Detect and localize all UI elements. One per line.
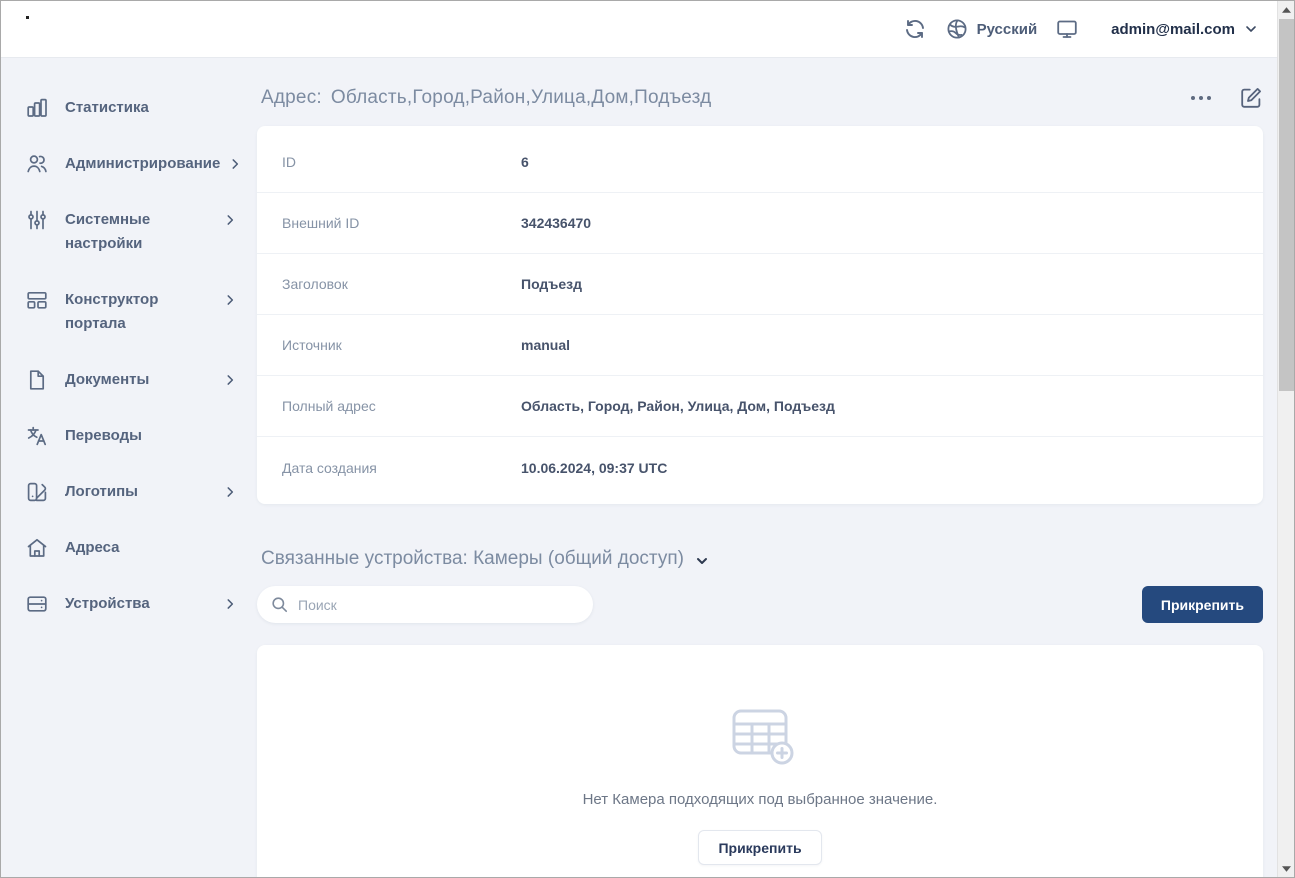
detail-row-id: ID 6 xyxy=(257,132,1263,193)
main-content: Адрес: Область,Город,Район,Улица,Дом,Подъ… xyxy=(257,58,1279,878)
chevron-right-icon xyxy=(223,597,237,611)
layout-icon xyxy=(25,288,49,312)
chevron-right-icon xyxy=(228,157,242,171)
sidebar-item-label: Администрирование xyxy=(65,152,228,176)
chevron-right-icon xyxy=(223,293,237,307)
scroll-up-icon[interactable] xyxy=(1278,1,1295,18)
sidebar-item-administration[interactable]: Администрирование xyxy=(1,136,257,192)
detail-row-created-date: Дата создания 10.06.2024, 09:37 UTC xyxy=(257,437,1263,498)
detail-value: 10.06.2024, 09:37 UTC xyxy=(521,460,667,476)
empty-attach-button[interactable]: Прикрепить xyxy=(698,830,821,865)
detail-row-source: Источник manual xyxy=(257,315,1263,376)
sidebar-item-label: Логотипы xyxy=(65,480,223,504)
monitor-icon[interactable] xyxy=(1055,17,1079,41)
page-title: Адрес: Область,Город,Район,Улица,Дом,Подъ… xyxy=(261,87,711,109)
sidebar-item-label: Устройства xyxy=(65,592,223,616)
page-title-label: Адрес: xyxy=(261,87,322,108)
detail-value: manual xyxy=(521,337,570,353)
sidebar-item-portal-builder[interactable]: Конструктор портала xyxy=(1,272,257,352)
vertical-scrollbar[interactable] xyxy=(1277,1,1294,877)
chevron-right-icon xyxy=(223,373,237,387)
detail-value: 6 xyxy=(521,154,529,170)
search-input[interactable] xyxy=(257,586,593,623)
detail-value: 342436470 xyxy=(521,215,591,231)
refresh-icon[interactable] xyxy=(903,17,927,41)
translate-icon xyxy=(25,424,49,448)
more-icon[interactable] xyxy=(1189,90,1213,106)
table-add-icon xyxy=(730,707,800,769)
sidebar-item-devices[interactable]: Устройства xyxy=(1,576,257,632)
chevron-right-icon xyxy=(223,485,237,499)
related-devices-empty-card: Нет Камера подходящих под выбранное знач… xyxy=(257,645,1263,878)
sidebar-item-statistics[interactable]: Статистика xyxy=(1,80,257,136)
app-window: Русский admin@mail.com xyxy=(0,0,1295,878)
devices-icon xyxy=(25,592,49,616)
detail-label: Заголовок xyxy=(282,276,521,292)
sidebar-item-logos[interactable]: Логотипы xyxy=(1,464,257,520)
sidebar-item-label: Переводы xyxy=(65,424,237,448)
account-menu[interactable]: admin@mail.com xyxy=(1111,21,1259,38)
scrollbar-thumb[interactable] xyxy=(1279,19,1294,391)
related-devices-title: Связанные устройства: Камеры (общий дост… xyxy=(261,548,684,570)
detail-label: Источник xyxy=(282,337,521,353)
language-label: Русский xyxy=(977,21,1038,38)
sidebar-item-translations[interactable]: Переводы xyxy=(1,408,257,464)
page-title-value: Область,Город,Район,Улица,Дом,Подъезд xyxy=(331,87,712,108)
sidebar-nav: Статистика Администрирование xyxy=(1,58,257,878)
sidebar-item-addresses[interactable]: Адреса xyxy=(1,520,257,576)
sidebar-item-label: Статистика xyxy=(65,96,237,120)
logos-icon xyxy=(25,480,49,504)
chevron-right-icon xyxy=(223,213,237,227)
attach-button[interactable]: Прикрепить xyxy=(1142,586,1263,623)
detail-row-full-address: Полный адрес Область, Город, Район, Улиц… xyxy=(257,376,1263,437)
search-box xyxy=(257,586,593,623)
detail-label: Дата создания xyxy=(282,460,521,476)
home-icon xyxy=(25,536,49,560)
language-switcher[interactable]: Русский xyxy=(945,17,1038,41)
related-devices-toolbar: Прикрепить xyxy=(257,586,1263,623)
top-header: Русский admin@mail.com xyxy=(1,1,1279,58)
sidebar-item-label: Системные настройки xyxy=(65,208,223,256)
search-icon xyxy=(270,595,289,614)
logo-placeholder xyxy=(26,16,29,19)
detail-row-title: Заголовок Подъезд xyxy=(257,254,1263,315)
empty-state-message: Нет Камера подходящих под выбранное знач… xyxy=(583,791,938,808)
edit-icon[interactable] xyxy=(1239,86,1263,110)
sliders-icon xyxy=(25,208,49,232)
sidebar-item-label: Адреса xyxy=(65,536,237,560)
page-actions xyxy=(1189,86,1263,110)
scroll-down-icon[interactable] xyxy=(1278,860,1295,877)
page-header: Адрес: Область,Город,Район,Улица,Дом,Подъ… xyxy=(261,80,1263,116)
account-email: admin@mail.com xyxy=(1111,21,1235,38)
users-icon xyxy=(25,152,49,176)
address-details-card: ID 6 Внешний ID 342436470 Заголовок Подъ… xyxy=(257,126,1263,504)
bar-chart-icon xyxy=(25,96,49,120)
chevron-down-icon xyxy=(1243,21,1259,37)
sidebar-item-documents[interactable]: Документы xyxy=(1,352,257,408)
sidebar-item-label: Документы xyxy=(65,368,223,392)
detail-row-external-id: Внешний ID 342436470 xyxy=(257,193,1263,254)
detail-value: Область, Город, Район, Улица, Дом, Подъе… xyxy=(521,398,835,414)
document-icon xyxy=(25,368,49,392)
sidebar-item-system-settings[interactable]: Системные настройки xyxy=(1,192,257,272)
globe-icon xyxy=(945,17,969,41)
sidebar-item-label: Конструктор портала xyxy=(65,288,223,336)
related-devices-header[interactable]: Связанные устройства: Камеры (общий дост… xyxy=(261,548,1263,570)
detail-label: Внешний ID xyxy=(282,215,521,231)
chevron-down-icon[interactable] xyxy=(694,553,710,569)
detail-value: Подъезд xyxy=(521,276,582,292)
detail-label: ID xyxy=(282,154,521,170)
detail-label: Полный адрес xyxy=(282,398,521,414)
